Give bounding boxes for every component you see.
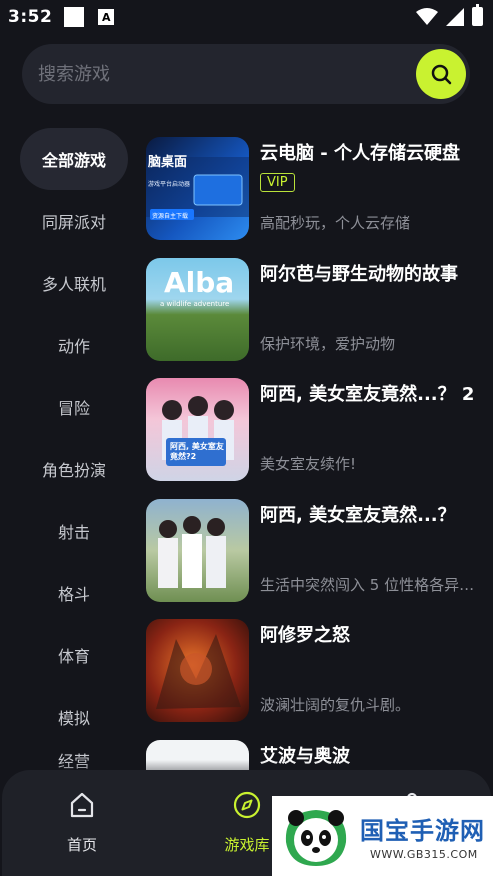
search-bar <box>22 44 470 104</box>
game-description: 生活中突然闯入 5 位性格各异的美女室友 <box>260 575 480 594</box>
notification-icon <box>64 7 85 27</box>
category-fighting[interactable]: 格斗 <box>20 562 128 624</box>
thumb-title: 脑桌面 <box>148 155 188 170</box>
game-card[interactable]: 阿西, 美女室友竟然...？ 生活中突然闯入 5 位性格各异的美女室友 <box>146 498 486 620</box>
game-description: 美女室友续作! <box>260 455 357 473</box>
thumb-title: 阿西, 美女室友竟然?2 <box>170 442 224 461</box>
home-icon <box>70 792 94 818</box>
game-card[interactable]: 脑桌面 游戏平台启动器 资源自主下载 云电脑 - 个人存储云硬盘 VIP 高配秒… <box>146 137 486 258</box>
game-card[interactable]: Alba a wildlife adventure 阿尔芭与野生动物的故事 保护… <box>146 257 486 379</box>
search-icon <box>431 64 452 85</box>
category-multiplayer[interactable]: 多人联机 <box>20 252 128 314</box>
vip-badge: VIP <box>260 173 295 192</box>
compass-icon <box>233 791 261 819</box>
game-title: 云电脑 - 个人存储云硬盘 <box>260 143 461 164</box>
category-shooter[interactable]: 射击 <box>20 500 128 562</box>
category-party[interactable]: 同屏派对 <box>20 190 128 252</box>
game-card[interactable]: 阿西, 美女室友竟然?2 阿西, 美女室友竟然...？ 2 美女室友续作! <box>146 378 486 499</box>
category-sidebar: 全部游戏 同屏派对 多人联机 动作 冒险 角色扮演 射击 格斗 体育 模拟 经营 <box>20 128 128 778</box>
category-simulation[interactable]: 模拟 <box>20 686 128 748</box>
nav-home-label: 首页 <box>66 836 97 854</box>
wifi-icon <box>416 7 438 25</box>
game-thumbnail: 阿西, 美女室友竟然?2 <box>146 378 249 481</box>
game-thumbnail: 脑桌面 游戏平台启动器 资源自主下载 <box>146 137 249 240</box>
watermark-url: WWW.GB315.COM <box>370 848 478 861</box>
category-rpg[interactable]: 角色扮演 <box>20 438 128 500</box>
status-time: 3:52 <box>8 7 53 27</box>
a-notification-icon: A <box>98 9 115 25</box>
game-thumbnail <box>146 619 249 722</box>
category-sports[interactable]: 体育 <box>20 624 128 686</box>
status-bar: 3:52 A <box>0 0 493 34</box>
thumb-subtitle: 游戏平台启动器 <box>148 181 191 188</box>
game-title: 阿西, 美女室友竟然...？ 2 <box>260 384 475 405</box>
nav-home[interactable]: 首页 <box>42 790 122 855</box>
panda-logo-icon <box>285 810 347 866</box>
search-button[interactable] <box>416 49 466 99</box>
battery-icon <box>472 4 483 26</box>
category-adventure[interactable]: 冒险 <box>20 376 128 438</box>
game-description: 保护环境，爱护动物 <box>260 334 396 353</box>
thumb-tag: 资源自主下载 <box>152 213 189 220</box>
thumb-subtitle: a wildlife adventure <box>160 299 230 308</box>
search-input[interactable] <box>38 59 398 89</box>
category-all-games[interactable]: 全部游戏 <box>20 128 128 190</box>
game-card[interactable]: 阿修罗之怒 波澜壮阔的复仇斗剧。 <box>146 619 486 740</box>
game-description: 高配秒玩，个人云存储 <box>260 214 411 232</box>
game-list: 脑桌面 游戏平台启动器 资源自主下载 云电脑 - 个人存储云硬盘 VIP 高配秒… <box>146 137 486 860</box>
game-thumbnail: Alba a wildlife adventure <box>146 257 249 361</box>
game-description: 波澜壮阔的复仇斗剧。 <box>260 696 411 714</box>
signal-icon <box>446 7 464 26</box>
watermark-title: 国宝手游网 <box>360 817 485 845</box>
game-title: 阿西, 美女室友竟然...？ <box>260 504 456 526</box>
game-title: 阿尔芭与野生动物的故事 <box>260 263 458 285</box>
category-action[interactable]: 动作 <box>20 314 128 376</box>
thumb-title: Alba <box>164 265 235 299</box>
game-thumbnail <box>146 498 249 602</box>
game-title: 阿修罗之怒 <box>260 625 350 646</box>
watermark: 国宝手游网 WWW.GB315.COM <box>272 796 493 876</box>
